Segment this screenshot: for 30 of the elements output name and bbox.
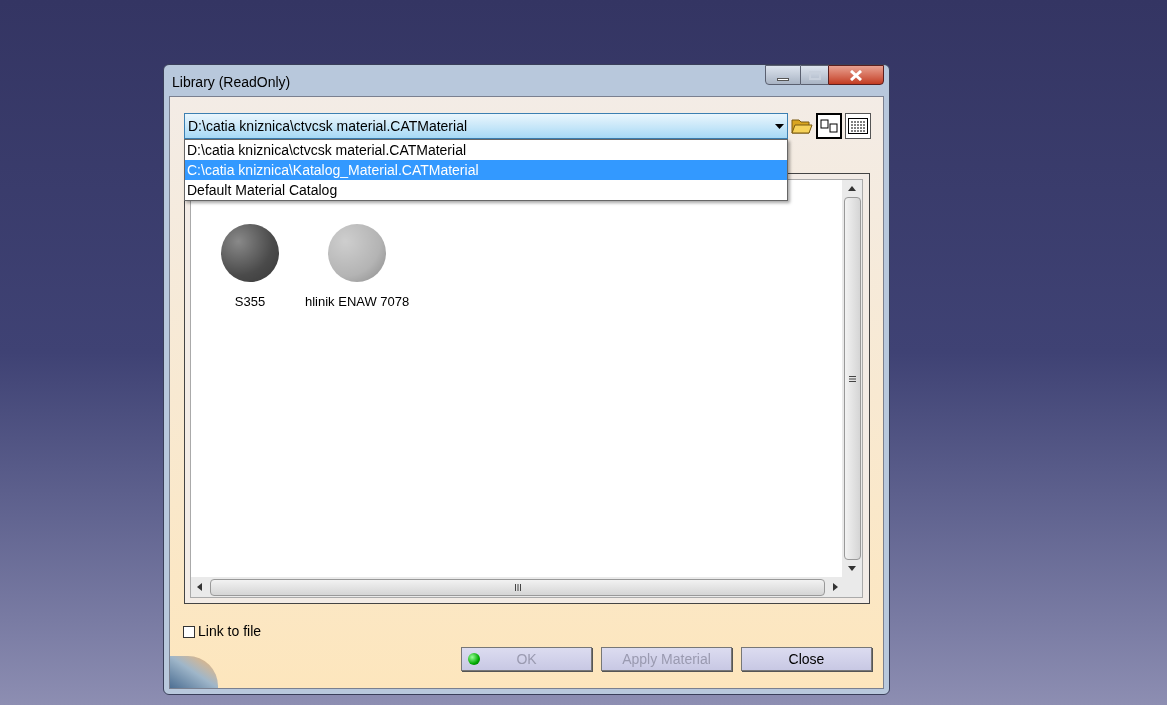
maximize-icon — [808, 70, 821, 80]
icon-view-button[interactable] — [816, 113, 842, 139]
material-name: S355 — [234, 293, 266, 311]
scroll-up-icon — [848, 186, 856, 191]
library-dropdown[interactable]: D:\catia kniznica\ctvcsk material.CATMaterial — [184, 113, 788, 139]
scroll-down-icon — [848, 566, 856, 571]
material-name: hlinik ENAW 7078 — [305, 293, 410, 311]
grip-icon — [514, 583, 521, 591]
icons-icon — [820, 119, 838, 133]
scroll-left-icon — [197, 583, 202, 591]
grip-icon — [848, 375, 856, 382]
caret-icon — [775, 123, 784, 129]
scroll-right-icon — [833, 583, 838, 591]
folder-icon[interactable] — [791, 117, 813, 135]
dropdown-option[interactable]: D:\catia kniznica\ctvcsk material.CATMaterial — [185, 140, 787, 160]
status-light-icon — [468, 653, 480, 665]
horizontal-scrollbar[interactable] — [191, 577, 862, 597]
close-icon — [850, 69, 862, 81]
vertical-scrollbar[interactable] — [842, 180, 862, 577]
close-window-button[interactable] — [828, 65, 884, 85]
link-to-file-label: Link to file — [198, 622, 262, 641]
dialog-button[interactable]: Close — [741, 647, 872, 671]
window-title: Library (ReadOnly) — [172, 73, 291, 92]
minimize-button[interactable] — [765, 65, 801, 85]
list-view-button[interactable] — [845, 113, 871, 139]
combo-value: D:\catia kniznica\ctvcsk material.CATMaterial — [188, 116, 468, 136]
dropdown-option[interactable]: Default Material Catalog — [185, 180, 787, 200]
maximize-button[interactable] — [801, 65, 828, 85]
link-checkbox[interactable] — [183, 625, 195, 638]
minimize-icon — [777, 77, 789, 81]
